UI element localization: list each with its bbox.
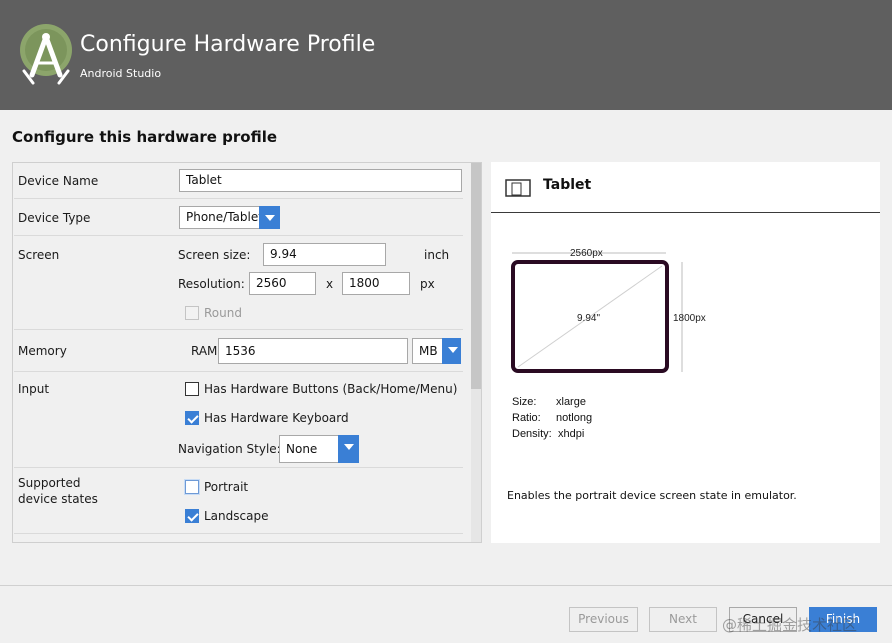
resolution-separator: x [326,277,334,291]
hardware-form: Device Name Tablet Device Type Phone/Tab… [12,162,482,543]
chevron-down-icon[interactable] [259,206,280,229]
window-title: Configure Hardware Profile [80,32,376,57]
nav-style-select[interactable]: None [279,435,359,463]
spec-size-key: Size: [512,396,537,408]
screen-height-label: 1800px [673,313,706,324]
device-type-label: Device Type [18,211,91,225]
row-divider [14,198,463,199]
resolution-label: Resolution: [178,277,245,291]
portrait-label: Portrait [204,480,249,494]
spec-density-key: Density: [512,428,552,440]
device-type-value: Phone/Tablet [186,210,263,224]
section-title: Configure this hardware profile [12,128,278,146]
landscape-checkbox[interactable] [185,509,199,523]
hw-keyboard-checkbox[interactable] [185,411,199,425]
hw-buttons-checkbox[interactable] [185,382,199,396]
landscape-label: Landscape [204,509,269,523]
hw-buttons-label: Has Hardware Buttons (Back/Home/Menu) [204,382,458,396]
spec-size-value: xlarge [556,396,586,408]
preview-divider [491,212,880,213]
window-subtitle: Android Studio [80,67,162,80]
ram-label: RAM: [191,344,222,358]
device-states-label: Supported device states [18,476,98,506]
portrait-checkbox[interactable] [185,480,199,494]
screen-size-input[interactable]: 9.94 [263,243,386,266]
device-type-select[interactable]: Phone/Tablet [179,206,280,229]
ram-input[interactable]: 1536 [218,338,408,364]
memory-label: Memory [18,344,67,358]
row-divider [14,467,463,468]
spec-density-value: xhdpi [558,428,585,440]
device-preview-panel: Tablet 2560px 1800px 9.94" Size: xlarge R… [491,162,880,543]
spec-ratio: Ratio: notlong [512,412,592,424]
input-label: Input [18,382,50,396]
device-name-input[interactable]: Tablet [179,169,462,192]
spec-ratio-value: notlong [556,412,593,424]
round-checkbox[interactable] [185,306,199,320]
hw-keyboard-label: Has Hardware Keyboard [204,411,349,425]
resolution-unit: px [420,277,435,291]
device-name-label: Device Name [18,174,99,188]
row-divider [14,533,463,534]
footer-divider [0,585,892,586]
round-label: Round [204,306,242,320]
watermark: @稀土掘金技术社区 [722,616,858,634]
ram-unit-value: MB [419,344,438,358]
screen-diagonal-label: 9.94" [577,313,601,324]
screen-label: Screen [18,248,60,262]
tablet-icon [505,179,531,197]
screen-diagram [511,252,683,373]
spec-ratio-key: Ratio: [512,412,541,424]
previous-button[interactable]: Previous [569,607,638,632]
screen-size-unit: inch [424,248,450,262]
dialog-header: Configure Hardware Profile Android Studi… [0,0,892,110]
form-scrollbar[interactable] [471,163,481,542]
chevron-down-icon[interactable] [442,338,461,364]
preview-title: Tablet [543,177,592,193]
screen-width-label: 2560px [570,248,603,259]
scrollbar-thumb[interactable] [471,163,481,389]
android-studio-logo [20,24,72,85]
ram-unit-select[interactable]: MB [412,338,461,364]
chevron-down-icon[interactable] [338,435,359,463]
nav-style-value: None [286,442,318,456]
screen-size-label: Screen size: [178,248,251,262]
row-divider [14,235,463,236]
preview-description: Enables the portrait device screen state… [507,489,797,502]
row-divider [14,371,463,372]
nav-style-label: Navigation Style: [178,442,281,456]
row-divider [14,329,463,330]
spec-density: Density: xhdpi [512,428,584,440]
resolution-width-input[interactable]: 2560 [249,272,316,295]
resolution-height-input[interactable]: 1800 [342,272,410,295]
next-button[interactable]: Next [649,607,717,632]
spec-size: Size: xlarge [512,396,586,408]
